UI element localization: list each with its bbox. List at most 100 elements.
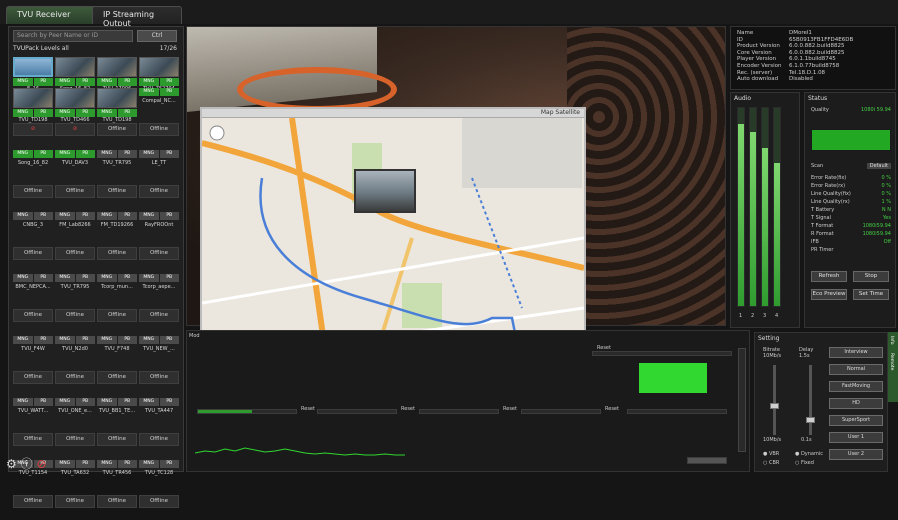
- device-tile[interactable]: Offline: [139, 181, 179, 210]
- timeline-scroll-thumb[interactable]: [687, 457, 727, 464]
- device-tile[interactable]: MNG PB FM_Lab8266: [55, 212, 95, 241]
- device-offline-box[interactable]: Offline: [13, 185, 53, 198]
- device-offline-box[interactable]: Offline: [13, 371, 53, 384]
- device-offline-box[interactable]: Offline: [13, 495, 53, 508]
- device-tile[interactable]: MNG PB Tcorp_mun...: [97, 274, 137, 303]
- device-placeholder-box[interactable]: ⊘: [13, 123, 53, 136]
- device-tile[interactable]: MNG PB Compal_NC...: [139, 88, 179, 117]
- stop-button[interactable]: Stop: [853, 271, 889, 282]
- device-placeholder-box[interactable]: ⊘: [55, 123, 95, 136]
- timeline-track-5[interactable]: [627, 409, 727, 414]
- gear-icon[interactable]: ⚙: [6, 457, 17, 471]
- device-tile[interactable]: Offline: [97, 367, 137, 396]
- tab-tvu-receiver[interactable]: TVU Receiver: [6, 6, 96, 24]
- set-time-button[interactable]: Set Time: [853, 289, 889, 300]
- device-thumbnail[interactable]: [139, 57, 179, 77]
- device-tile[interactable]: Offline: [55, 243, 95, 272]
- timeline-track-2[interactable]: [317, 409, 397, 414]
- preset-button-interview[interactable]: Interview: [829, 347, 883, 358]
- device-offline-box[interactable]: Offline: [139, 123, 179, 136]
- device-thumbnail[interactable]: [55, 57, 95, 77]
- side-tab-info[interactable]: Info: [888, 332, 895, 349]
- device-tile[interactable]: MNG PB LE_TT: [139, 150, 179, 179]
- device-tile[interactable]: MNG PB Tcorp_aepe...: [139, 274, 179, 303]
- device-tile[interactable]: Offline: [97, 181, 137, 210]
- device-offline-box[interactable]: Offline: [139, 185, 179, 198]
- device-tile[interactable]: MNGPBE_16: [13, 57, 53, 92]
- preset-button-user-1[interactable]: User 1: [829, 432, 883, 443]
- device-offline-box[interactable]: Offline: [139, 247, 179, 260]
- device-tile[interactable]: MNGPBTVU_752794: [139, 57, 179, 92]
- device-tile[interactable]: Offline: [97, 429, 137, 458]
- device-tile[interactable]: Offline: [139, 243, 179, 272]
- device-offline-box[interactable]: Offline: [97, 433, 137, 446]
- device-offline-box[interactable]: Offline: [97, 371, 137, 384]
- search-button[interactable]: Ctrl: [137, 30, 177, 42]
- device-tile[interactable]: Offline: [13, 305, 53, 334]
- device-offline-box[interactable]: Offline: [97, 247, 137, 260]
- vbr-radio[interactable]: ● VBR: [763, 451, 779, 457]
- device-tile[interactable]: ⊘: [55, 119, 95, 148]
- reset-label-top[interactable]: Reset: [597, 345, 611, 351]
- fixed-radio[interactable]: ○ Fixed: [795, 460, 814, 466]
- device-thumbnail[interactable]: [13, 88, 53, 108]
- device-offline-box[interactable]: Offline: [13, 433, 53, 446]
- device-tile[interactable]: Offline: [139, 305, 179, 334]
- device-tile[interactable]: Offline: [97, 119, 137, 148]
- device-offline-box[interactable]: Offline: [55, 185, 95, 198]
- preset-button-hd[interactable]: HD: [829, 398, 883, 409]
- device-tile[interactable]: Offline: [139, 119, 179, 148]
- device-tile[interactable]: MNG PB TVU_TA447: [139, 398, 179, 427]
- device-offline-box[interactable]: Offline: [97, 495, 137, 508]
- device-tile[interactable]: MNG PB TVU_N2d0: [55, 336, 95, 365]
- device-tile[interactable]: Offline: [139, 429, 179, 458]
- preset-button-normal[interactable]: Normal: [829, 364, 883, 375]
- device-offline-box[interactable]: Offline: [139, 371, 179, 384]
- info-icon[interactable]: ⓘ: [21, 457, 33, 471]
- device-tile[interactable]: MNG PB TVU_TR795: [55, 274, 95, 303]
- reset-label-3[interactable]: Reset: [503, 406, 517, 412]
- delay-slider[interactable]: [809, 365, 812, 435]
- timeline-track-top[interactable]: [592, 351, 732, 356]
- device-tile[interactable]: Offline: [97, 243, 137, 272]
- device-tile[interactable]: Offline: [139, 491, 179, 520]
- timeline-track-1[interactable]: [197, 409, 297, 414]
- timeline-track-4[interactable]: [521, 409, 601, 414]
- side-tabs[interactable]: Info Remote: [888, 332, 898, 402]
- refresh-button[interactable]: Refresh: [811, 271, 847, 282]
- device-tile[interactable]: MNGPBSong_16_82: [55, 57, 95, 92]
- device-tile[interactable]: Offline: [97, 491, 137, 520]
- reset-label-1[interactable]: Reset: [301, 406, 315, 412]
- device-thumbnail[interactable]: [55, 88, 95, 108]
- device-thumbnail[interactable]: [97, 88, 137, 108]
- record-icon[interactable]: ⊘: [36, 457, 46, 471]
- device-tile[interactable]: MNG PB FM_TD19266: [97, 212, 137, 241]
- tab-ip-streaming-output[interactable]: IP Streaming Output: [92, 6, 182, 28]
- device-tile[interactable]: MNG PB TVU_NEW_...: [139, 336, 179, 365]
- device-tile[interactable]: MNGPBTVU_17006: [97, 57, 137, 92]
- device-thumbnail[interactable]: [97, 57, 137, 77]
- timeline-track-3[interactable]: [419, 409, 499, 414]
- preset-button-user-2[interactable]: User 2: [829, 449, 883, 460]
- bitrate-slider-knob[interactable]: [770, 403, 779, 409]
- device-tile[interactable]: MNG PB TVU_F4W: [13, 336, 53, 365]
- device-tile[interactable]: MNG PB TVU_TD198: [13, 88, 53, 123]
- device-tile[interactable]: Offline: [55, 367, 95, 396]
- device-tile[interactable]: MNG PB TVU_DAV3: [55, 150, 95, 179]
- reset-label-2[interactable]: Reset: [401, 406, 415, 412]
- device-offline-box[interactable]: Offline: [13, 247, 53, 260]
- map-type-toggle[interactable]: Map Satellite: [541, 109, 580, 116]
- device-offline-box[interactable]: Offline: [97, 123, 137, 136]
- device-tile[interactable]: Offline: [55, 305, 95, 334]
- device-tile[interactable]: MNG PB RayFROOnt: [139, 212, 179, 241]
- device-tile[interactable]: Offline: [55, 491, 95, 520]
- cbr-radio[interactable]: ○ CBR: [763, 460, 779, 466]
- device-tile[interactable]: MNG PB TVU_ONE_e...: [55, 398, 95, 427]
- device-offline-box[interactable]: Offline: [55, 371, 95, 384]
- device-offline-box[interactable]: Offline: [139, 495, 179, 508]
- reset-label-4[interactable]: Reset: [605, 406, 619, 412]
- device-offline-box[interactable]: Offline: [97, 309, 137, 322]
- device-tile[interactable]: MNG PB TVU_TD198: [97, 88, 137, 123]
- device-offline-box[interactable]: Offline: [139, 433, 179, 446]
- device-tile[interactable]: MNG PB TVU_TD466: [55, 88, 95, 123]
